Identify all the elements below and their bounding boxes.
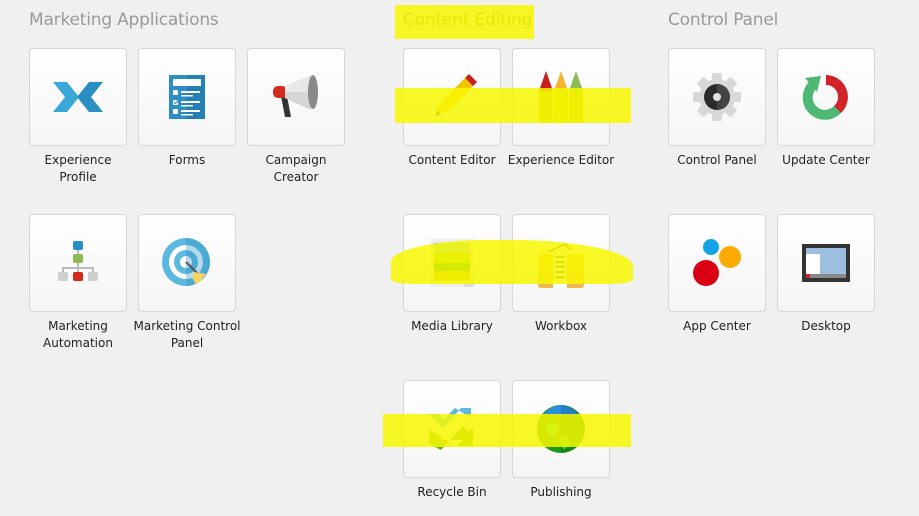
pencil-icon xyxy=(435,74,477,116)
gear-icon xyxy=(693,73,741,121)
megaphone-icon xyxy=(273,75,318,117)
group-title-content-editing: Content Editing xyxy=(403,10,533,30)
app-label: Control Panel xyxy=(677,153,757,167)
app-tile-box[interactable] xyxy=(512,214,610,312)
desktop-icon xyxy=(802,244,850,282)
workbox-icon xyxy=(538,243,584,288)
crayons-icon xyxy=(539,71,583,123)
app-tile-publishing[interactable]: Publishing xyxy=(512,380,610,501)
experience-profile-icon xyxy=(53,82,103,112)
app-label: Publishing xyxy=(530,485,592,499)
app-tile-box[interactable] xyxy=(138,214,236,312)
org-chart-icon xyxy=(58,241,98,281)
app-tile-box[interactable] xyxy=(777,214,875,312)
app-label: Forms xyxy=(168,153,206,167)
app-tile-box[interactable] xyxy=(403,214,501,312)
target-icon xyxy=(162,238,210,286)
app-label: Experience Profile xyxy=(44,153,112,184)
app-tile-recycle-bin[interactable]: Recycle Bin xyxy=(403,380,501,501)
app-label: App Center xyxy=(683,319,751,333)
app-label: Experience Editor xyxy=(507,153,615,167)
app-tile-forms[interactable]: Forms xyxy=(138,48,236,169)
app-tile-box[interactable] xyxy=(29,48,127,146)
update-icon xyxy=(802,75,848,120)
app-tile-marketing-control-panel[interactable]: Marketing Control Panel xyxy=(134,214,241,352)
app-label: Desktop xyxy=(801,319,851,333)
app-label: Marketing Control Panel xyxy=(133,319,241,350)
app-tile-control-panel[interactable]: Control Panel xyxy=(668,48,766,169)
app-tile-workbox[interactable]: Workbox xyxy=(512,214,610,335)
app-label: Update Center xyxy=(782,153,870,167)
app-tile-content-editor[interactable]: Content Editor xyxy=(403,48,501,169)
app-tile-desktop[interactable]: Desktop xyxy=(777,214,875,335)
app-tile-box[interactable] xyxy=(138,48,236,146)
group-title-marketing-applications: Marketing Applications xyxy=(29,10,219,30)
image-icon xyxy=(430,239,474,287)
app-tile-box[interactable] xyxy=(512,48,610,146)
app-tile-box[interactable] xyxy=(29,214,127,312)
app-tile-box[interactable] xyxy=(668,48,766,146)
app-tile-app-center[interactable]: App Center xyxy=(668,214,766,335)
app-tile-box[interactable] xyxy=(777,48,875,146)
app-label: Recycle Bin xyxy=(417,485,487,499)
app-tile-box[interactable] xyxy=(247,48,345,146)
group-title-control-panel: Control Panel xyxy=(668,10,779,30)
app-label: Content Editor xyxy=(408,153,496,167)
app-label: Marketing Automation xyxy=(43,319,113,350)
app-center-icon xyxy=(693,239,741,286)
forms-icon xyxy=(169,75,205,119)
recycle-icon xyxy=(429,408,473,450)
app-tile-experience-editor[interactable]: Experience Editor xyxy=(508,48,614,169)
app-tile-box[interactable] xyxy=(668,214,766,312)
app-label: Workbox xyxy=(534,319,588,333)
app-tile-update-center[interactable]: Update Center xyxy=(777,48,875,169)
app-tile-box[interactable] xyxy=(512,380,610,478)
app-label: Media Library xyxy=(411,319,493,333)
app-tile-campaign-creator[interactable]: Campaign Creator xyxy=(247,48,345,186)
globe-icon xyxy=(537,405,585,453)
app-tile-box[interactable] xyxy=(403,380,501,478)
app-tile-marketing-automation[interactable]: Marketing Automation xyxy=(29,214,127,352)
app-label: Campaign Creator xyxy=(265,153,327,184)
app-tile-box[interactable] xyxy=(403,48,501,146)
app-tile-experience-profile[interactable]: Experience Profile xyxy=(29,48,127,186)
app-tile-media-library[interactable]: Media Library xyxy=(403,214,501,335)
